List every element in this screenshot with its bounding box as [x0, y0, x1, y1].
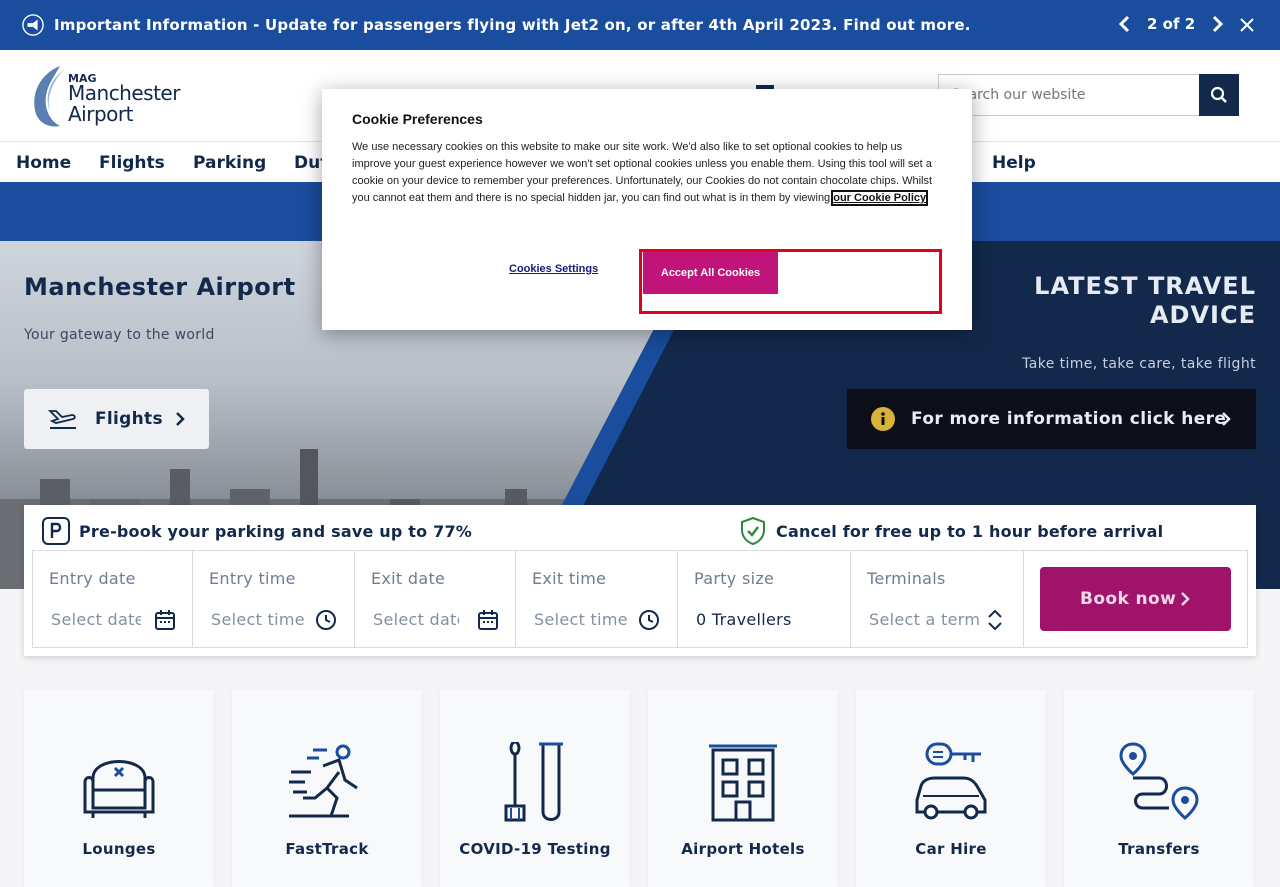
- book-now-label: Book now: [1080, 589, 1177, 609]
- info-icon: [871, 407, 895, 431]
- advice-title: LATEST TRAVEL ADVICE: [1000, 272, 1256, 330]
- tile-label: Lounges: [82, 840, 156, 858]
- entry-date-field[interactable]: Entry date Select date: [32, 550, 193, 648]
- cookie-body: We use necessary cookies on this website…: [352, 139, 942, 207]
- field-label: Party size: [694, 569, 775, 588]
- nav-help[interactable]: Help: [992, 153, 1036, 173]
- entry-time-field[interactable]: Entry time Select time: [192, 550, 355, 648]
- announcement-link[interactable]: Important Information - Update for passe…: [54, 16, 971, 34]
- logo-mark-icon: [34, 66, 64, 127]
- shield-check-icon: [741, 516, 765, 546]
- advice-title-line2: ADVICE: [1149, 301, 1256, 329]
- cookie-policy-link[interactable]: our Cookie Policy: [831, 190, 929, 206]
- chevron-right-icon[interactable]: [1209, 13, 1225, 35]
- updown-chevron-icon[interactable]: [984, 609, 1006, 631]
- tile-label: FastTrack: [285, 840, 369, 858]
- promo-cancel: Cancel for free up to 1 hour before arri…: [740, 516, 1163, 549]
- promo-save: Pre-book your parking and save up to 77%: [42, 517, 472, 545]
- plane-takeoff-icon: [48, 410, 76, 429]
- tile-label: Airport Hotels: [681, 840, 805, 858]
- hotel-building-icon: [709, 744, 777, 822]
- field-value[interactable]: 0 Travellers: [696, 610, 836, 629]
- field-value[interactable]: Select date: [51, 610, 141, 629]
- terminals-field[interactable]: Terminals Select a terminal: [850, 550, 1024, 648]
- field-value[interactable]: Select time: [534, 610, 629, 629]
- clock-icon[interactable]: [638, 609, 660, 631]
- promo-save-text: Pre-book your parking and save up to 77%: [79, 522, 473, 541]
- field-value[interactable]: Select time: [211, 610, 306, 629]
- chevron-right-icon: [1222, 412, 1231, 426]
- field-label: Exit time: [532, 569, 607, 588]
- field-label: Terminals: [867, 569, 946, 588]
- search-box: [938, 74, 1200, 116]
- nav-home[interactable]: Home: [16, 153, 71, 173]
- exit-date-field[interactable]: Exit date Select date: [354, 550, 516, 648]
- test-swab-icon: [504, 742, 563, 822]
- cookie-title: Cookie Preferences: [352, 111, 483, 127]
- flights-button-label: Flights: [95, 409, 163, 429]
- calendar-icon[interactable]: [154, 609, 176, 631]
- manchester-airport-logo[interactable]: MAG Manchester Airport: [30, 62, 190, 130]
- tile-car-hire[interactable]: Car Hire: [856, 690, 1046, 887]
- advice-title-line1: LATEST TRAVEL: [1034, 272, 1256, 300]
- car-key-icon: [915, 742, 987, 820]
- search-icon: [1210, 86, 1227, 103]
- search-button[interactable]: [1199, 74, 1239, 116]
- flights-button[interactable]: Flights: [24, 389, 209, 449]
- tile-transfers[interactable]: Transfers: [1064, 690, 1254, 887]
- tile-lounges[interactable]: Lounges: [24, 690, 214, 887]
- parking-icon: [42, 517, 70, 545]
- field-label: Exit date: [371, 569, 446, 588]
- nav-flights[interactable]: Flights: [99, 153, 165, 173]
- pager-count: 2 of 2: [1147, 15, 1196, 33]
- announcement-bar: Important Information - Update for passe…: [0, 0, 1280, 50]
- party-size-field[interactable]: Party size 0 Travellers: [677, 550, 851, 648]
- tile-airport-hotels[interactable]: Airport Hotels: [648, 690, 838, 887]
- tile-label: COVID-19 Testing: [459, 840, 611, 858]
- search-input[interactable]: [939, 75, 1200, 115]
- running-person-icon: [289, 744, 358, 818]
- promo-cancel-text: Cancel for free up to 1 hour before arri…: [776, 522, 1164, 541]
- nav-duty-free[interactable]: Duty Free: [294, 153, 322, 173]
- announcement-pager: 2 of 2: [1117, 13, 1225, 35]
- route-pin-icon: [1119, 742, 1199, 820]
- advice-button-label: For more information click here: [911, 409, 1227, 429]
- advice-subtitle: Take time, take care, take flight: [1022, 356, 1256, 372]
- close-icon[interactable]: [1238, 16, 1256, 34]
- tile-label: Transfers: [1118, 840, 1200, 858]
- cookie-preferences-dialog: Cookie Preferences We use necessary cook…: [322, 89, 972, 330]
- clock-icon[interactable]: [315, 609, 337, 631]
- nav-parking[interactable]: Parking: [193, 153, 266, 173]
- book-now-button[interactable]: Book now: [1040, 567, 1231, 631]
- hero-subtitle: Your gateway to the world: [24, 327, 215, 343]
- hero-title: Manchester Airport: [24, 273, 296, 301]
- calendar-icon[interactable]: [477, 609, 499, 631]
- tile-label: Car Hire: [915, 840, 987, 858]
- accept-all-cookies-button[interactable]: Accept All Cookies: [643, 252, 778, 294]
- field-label: Entry date: [49, 569, 136, 588]
- cookies-settings-button[interactable]: Cookies Settings: [509, 263, 598, 275]
- tile-covid-testing[interactable]: COVID-19 Testing: [440, 690, 630, 887]
- field-value[interactable]: Select date: [373, 610, 459, 629]
- armchair-icon: [83, 760, 155, 818]
- field-value[interactable]: Select a terminal: [869, 610, 979, 629]
- megaphone-icon: [22, 14, 44, 36]
- tile-fasttrack[interactable]: FastTrack: [232, 690, 422, 887]
- exit-time-field[interactable]: Exit time Select time: [515, 550, 678, 648]
- chevron-right-icon: [176, 412, 185, 426]
- advice-button[interactable]: For more information click here: [847, 389, 1256, 449]
- chevron-right-icon: [1181, 592, 1190, 606]
- field-label: Entry time: [209, 569, 296, 588]
- logo-line2: Airport: [68, 102, 133, 126]
- chevron-left-icon[interactable]: [1117, 13, 1133, 35]
